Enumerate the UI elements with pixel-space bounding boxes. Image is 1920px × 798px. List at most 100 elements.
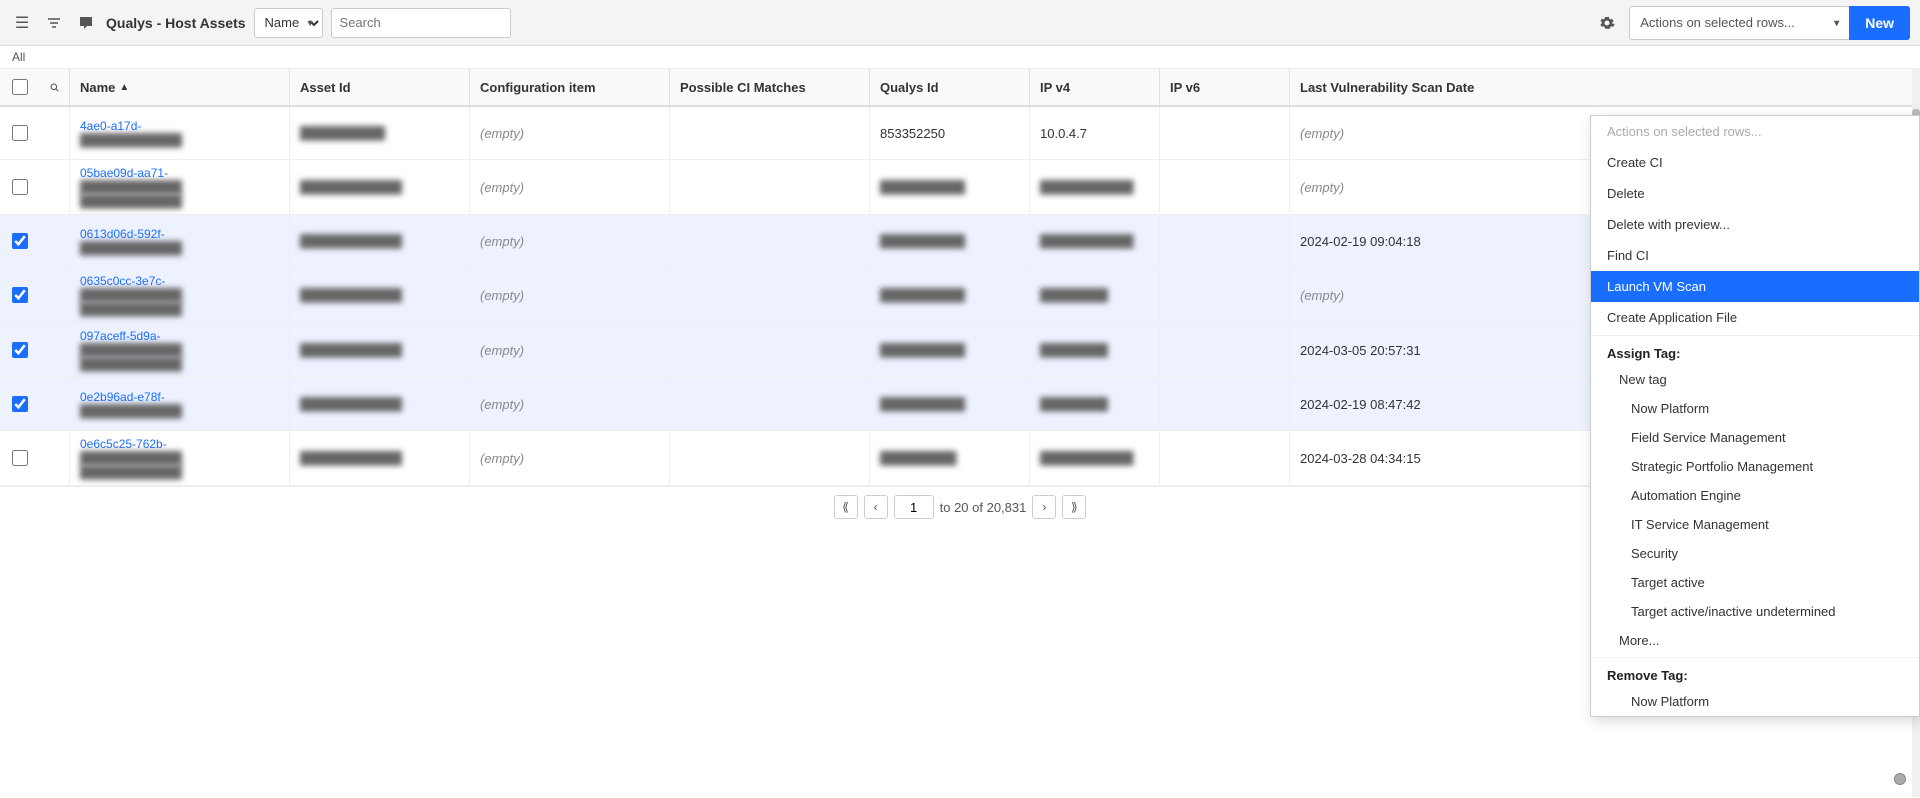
td-name-1: 4ae0-a17d- ████████████ <box>70 107 290 159</box>
menu-item-new-tag[interactable]: New tag <box>1591 365 1919 394</box>
td-possci-2 <box>670 161 870 213</box>
menu-item-automation-engine[interactable]: Automation Engine <box>1591 481 1919 510</box>
th-last-scan[interactable]: Last Vulnerability Scan Date <box>1290 69 1920 105</box>
actions-dropdown-wrapper: Actions on selected rows... ▼ <box>1629 6 1849 40</box>
td-checkbox-7[interactable] <box>0 432 40 484</box>
menu-item-field-service-management[interactable]: Field Service Management <box>1591 423 1919 452</box>
td-checkbox-4[interactable] <box>0 269 40 321</box>
td-ipv6-4 <box>1160 269 1290 321</box>
td-checkbox-5[interactable] <box>0 324 40 376</box>
last-page-button[interactable]: ⟫ <box>1062 495 1086 519</box>
page-info: to 20 of 20,831 <box>940 500 1027 515</box>
td-possci-1 <box>670 107 870 159</box>
menu-item-launch-vm-scan[interactable]: Launch VM Scan <box>1591 271 1919 302</box>
td-ipv4-2: ███████████ <box>1030 161 1160 213</box>
td-ipv4-3: ███████████ <box>1030 215 1160 267</box>
td-name-3: 0613d06d-592f- ████████████ <box>70 215 290 267</box>
th-possible-ci-matches[interactable]: Possible CI Matches <box>670 69 870 105</box>
th-name[interactable]: Name ▲ <box>70 69 290 105</box>
actions-dropdown[interactable]: Actions on selected rows... <box>1629 6 1849 40</box>
td-ci-4: (empty) <box>470 269 670 321</box>
select-all-checkbox[interactable] <box>12 79 28 95</box>
td-ipv4-6: ████████ <box>1030 378 1160 430</box>
td-qualysid-6: ██████████ <box>870 378 1030 430</box>
menu-item-create-application-file[interactable]: Create Application File <box>1591 302 1919 333</box>
filter-select[interactable]: Name <box>254 8 323 38</box>
menu-item-now-platform-remove[interactable]: Now Platform <box>1591 687 1919 716</box>
td-ci-2: (empty) <box>470 161 670 213</box>
td-search-1 <box>40 107 70 159</box>
td-qualysid-3: ██████████ <box>870 215 1030 267</box>
filter-icon[interactable] <box>42 11 66 35</box>
search-input[interactable] <box>331 8 511 38</box>
prev-page-button[interactable]: ‹ <box>864 495 888 519</box>
td-possci-6 <box>670 378 870 430</box>
td-qualysid-7: █████████ <box>870 432 1030 484</box>
td-checkbox-3[interactable] <box>0 215 40 267</box>
td-assetid-6: ████████████ <box>290 378 470 430</box>
td-qualysid-4: ██████████ <box>870 269 1030 321</box>
td-assetid-5: ████████████ <box>290 324 470 376</box>
new-button[interactable]: New <box>1849 6 1910 40</box>
td-possci-3 <box>670 215 870 267</box>
td-search-5 <box>40 324 70 376</box>
menu-item-strategic-portfolio[interactable]: Strategic Portfolio Management <box>1591 452 1919 481</box>
td-possci-7 <box>670 432 870 484</box>
td-ipv6-7 <box>1160 432 1290 484</box>
td-search-7 <box>40 432 70 484</box>
status-indicator <box>1894 773 1906 785</box>
menu-item-target-active-inactive[interactable]: Target active/inactive undetermined <box>1591 597 1919 626</box>
menu-item-find-ci[interactable]: Find CI <box>1591 240 1919 271</box>
td-ci-7: (empty) <box>470 432 670 484</box>
td-assetid-3: ████████████ <box>290 215 470 267</box>
menu-item-security[interactable]: Security <box>1591 539 1919 568</box>
th-checkbox[interactable] <box>0 69 40 105</box>
next-page-button[interactable]: › <box>1032 495 1056 519</box>
menu-icon[interactable]: ☰ <box>10 11 34 35</box>
actions-dropdown-menu: Actions on selected rows... Create CI De… <box>1590 115 1920 717</box>
menu-item-target-active[interactable]: Target active <box>1591 568 1919 597</box>
td-ipv6-3 <box>1160 215 1290 267</box>
menu-divider-2 <box>1591 657 1919 658</box>
first-page-button[interactable]: ⟪ <box>834 495 858 519</box>
td-checkbox-6[interactable] <box>0 378 40 430</box>
td-ipv6-2 <box>1160 161 1290 213</box>
th-ipv6[interactable]: IP v6 <box>1160 69 1290 105</box>
td-checkbox-2[interactable] <box>0 161 40 213</box>
actions-select-wrap: Actions on selected rows... ▼ New <box>1629 6 1910 40</box>
td-ci-3: (empty) <box>470 215 670 267</box>
td-assetid-4: ████████████ <box>290 269 470 321</box>
menu-divider-1 <box>1591 335 1919 336</box>
breadcrumb: All <box>0 46 1920 69</box>
menu-item-now-platform-assign[interactable]: Now Platform <box>1591 394 1919 423</box>
main-content: Name ▲ Asset Id Configuration item Possi… <box>0 69 1920 797</box>
menu-item-more[interactable]: More... <box>1591 626 1919 655</box>
td-assetid-1: ██████████ <box>290 107 470 159</box>
filter-select-wrapper: Name <box>254 8 323 38</box>
menu-item-delete-preview[interactable]: Delete with preview... <box>1591 209 1919 240</box>
gear-icon[interactable] <box>1593 9 1621 37</box>
chat-icon[interactable] <box>74 11 98 35</box>
td-ipv4-1: 10.0.4.7 <box>1030 107 1160 159</box>
menu-item-create-ci[interactable]: Create CI <box>1591 147 1919 178</box>
td-checkbox-1[interactable] <box>0 107 40 159</box>
td-search-3 <box>40 215 70 267</box>
td-search-4 <box>40 269 70 321</box>
td-qualysid-1: 853352250 <box>870 107 1030 159</box>
td-name-2: 05bae09d-aa71- ████████████ ████████████ <box>70 160 290 214</box>
th-qualys-id[interactable]: Qualys Id <box>870 69 1030 105</box>
menu-item-delete[interactable]: Delete <box>1591 178 1919 209</box>
toolbar: ☰ Qualys - Host Assets Name Actions on s… <box>0 0 1920 46</box>
page-number-input[interactable] <box>894 495 934 519</box>
th-configuration-item[interactable]: Configuration item <box>470 69 670 105</box>
td-name-6: 0e2b96ad-e78f- ████████████ <box>70 378 290 430</box>
td-ipv6-6 <box>1160 378 1290 430</box>
th-ipv4[interactable]: IP v4 <box>1030 69 1160 105</box>
menu-item-it-service-management[interactable]: IT Service Management <box>1591 510 1919 539</box>
td-ipv4-7: ███████████ <box>1030 432 1160 484</box>
page-title: Qualys - Host Assets <box>106 15 246 31</box>
th-search[interactable] <box>40 69 70 105</box>
table-header: Name ▲ Asset Id Configuration item Possi… <box>0 69 1920 107</box>
th-assetid[interactable]: Asset Id <box>290 69 470 105</box>
td-ipv6-1 <box>1160 107 1290 159</box>
